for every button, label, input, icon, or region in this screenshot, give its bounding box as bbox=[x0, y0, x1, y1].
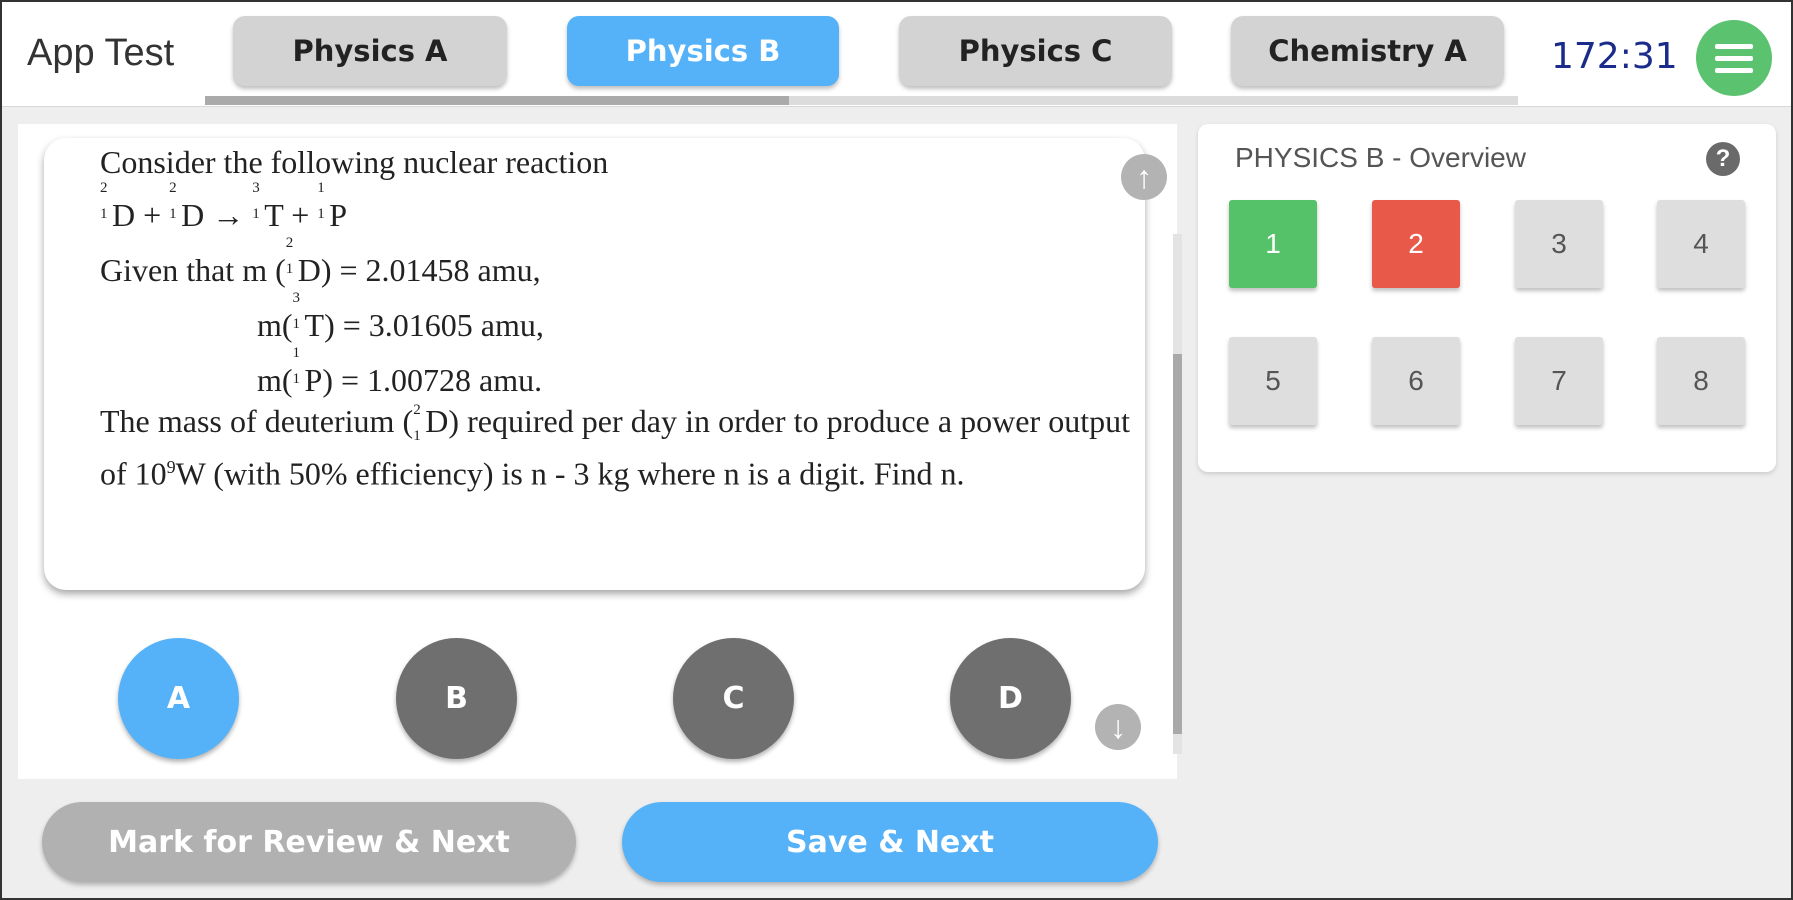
scroll-down-icon[interactable]: ↓ bbox=[1095, 704, 1141, 750]
question-number-5[interactable]: 5 bbox=[1229, 337, 1317, 425]
question-number-7[interactable]: 7 bbox=[1515, 337, 1603, 425]
save-next-button[interactable]: Save & Next bbox=[622, 802, 1158, 882]
app-title: App Test bbox=[27, 32, 175, 74]
scroll-up-icon[interactable]: ↑ bbox=[1121, 154, 1167, 200]
question-mass-p: m(1 1 P) = 1.00728 amu. bbox=[257, 345, 543, 398]
tab-scrollbar[interactable] bbox=[205, 96, 1518, 105]
overview-panel: PHYSICS B - Overview ? 1 2 3 4 5 6 7 8 bbox=[1198, 124, 1776, 472]
question-number-6[interactable]: 6 bbox=[1372, 337, 1460, 425]
question-number-8[interactable]: 8 bbox=[1657, 337, 1745, 425]
option-b-button[interactable]: B bbox=[396, 638, 517, 759]
question-card: Consider the following nuclear reaction … bbox=[44, 138, 1167, 590]
option-d-button[interactable]: D bbox=[950, 638, 1071, 759]
app-header: App Test Physics A Physics B Physics C C… bbox=[2, 2, 1791, 107]
question-panel: Consider the following nuclear reaction … bbox=[18, 124, 1182, 779]
mark-for-review-button[interactable]: Mark for Review & Next bbox=[42, 802, 576, 882]
tab-chemistry-a[interactable]: Chemistry A bbox=[1231, 16, 1504, 86]
tab-physics-c[interactable]: Physics C bbox=[899, 16, 1172, 86]
timer: 172:31 bbox=[1551, 36, 1678, 77]
question-number-1[interactable]: 1 bbox=[1229, 200, 1317, 288]
tab-physics-a[interactable]: Physics A bbox=[233, 16, 507, 86]
question-number-4[interactable]: 4 bbox=[1657, 200, 1745, 288]
menu-button[interactable] bbox=[1696, 20, 1772, 96]
help-icon[interactable]: ? bbox=[1706, 142, 1740, 176]
option-a-button[interactable]: A bbox=[118, 638, 239, 759]
question-line-1: Consider the following nuclear reaction bbox=[100, 144, 609, 180]
question-scrollbar-thumb[interactable] bbox=[1173, 354, 1182, 734]
question-paragraph: The mass of deuterium (2 1 D) required per… bbox=[100, 402, 1131, 492]
question-reaction: 21D + 21D → 31T + 11P bbox=[100, 180, 348, 233]
option-c-button[interactable]: C bbox=[673, 638, 794, 759]
tab-scrollbar-thumb[interactable] bbox=[205, 96, 789, 105]
overview-title: PHYSICS B - Overview bbox=[1235, 142, 1526, 173]
tab-physics-b[interactable]: Physics B bbox=[567, 16, 839, 86]
question-number-2[interactable]: 2 bbox=[1372, 200, 1460, 288]
question-number-3[interactable]: 3 bbox=[1515, 200, 1603, 288]
question-scrollbar[interactable] bbox=[1173, 234, 1182, 754]
hamburger-menu-icon-bar bbox=[1715, 67, 1753, 73]
question-given-d: Given that m (2 1 D) = 2.01458 amu, bbox=[100, 235, 541, 288]
question-mass-t: m(3 1 T) = 3.01605 amu, bbox=[257, 290, 544, 343]
hamburger-menu-icon-bar bbox=[1715, 55, 1753, 61]
hamburger-menu-icon bbox=[1715, 43, 1753, 49]
